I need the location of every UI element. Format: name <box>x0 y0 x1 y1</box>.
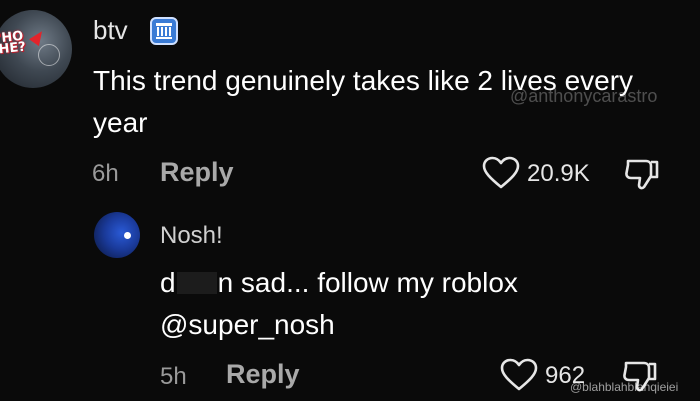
watermark: @anthonycarastro <box>510 86 658 106</box>
timestamp: 5h <box>160 363 187 390</box>
thumbs-down-icon-graphic <box>625 159 659 190</box>
like-count: 20.9K <box>527 160 590 187</box>
reply-button[interactable]: Reply <box>226 359 300 390</box>
avatar[interactable]: 'HO HE? <box>0 10 72 88</box>
avatar-highlight <box>124 232 131 239</box>
heart-icon-graphic <box>482 156 520 189</box>
timestamp: 6h <box>92 160 119 187</box>
avatar[interactable] <box>94 212 140 258</box>
avatar-text: 'HO HE? <box>0 28 27 58</box>
crack-graphic <box>38 44 60 66</box>
thumbs-down-icon[interactable] <box>624 156 660 192</box>
heart-icon[interactable] <box>482 156 522 190</box>
censor-block <box>176 272 217 294</box>
heart-icon-graphic <box>500 358 538 391</box>
building-icon <box>150 17 178 45</box>
username[interactable]: Nosh! <box>160 222 223 250</box>
heart-icon[interactable] <box>500 358 540 392</box>
reply-button[interactable]: Reply <box>160 157 234 188</box>
comment-text: dn sad... follow my roblox @super_nosh <box>160 262 680 346</box>
comment-text-start: d <box>160 267 176 298</box>
username[interactable]: btv <box>93 15 128 46</box>
comment-thread: 'HO HE? btv This trend genuinely takes l… <box>0 0 700 401</box>
arrow-icon <box>29 27 47 47</box>
building-icon-graphic <box>156 23 172 39</box>
watermark: @blahblahblahqieiei <box>570 380 679 394</box>
